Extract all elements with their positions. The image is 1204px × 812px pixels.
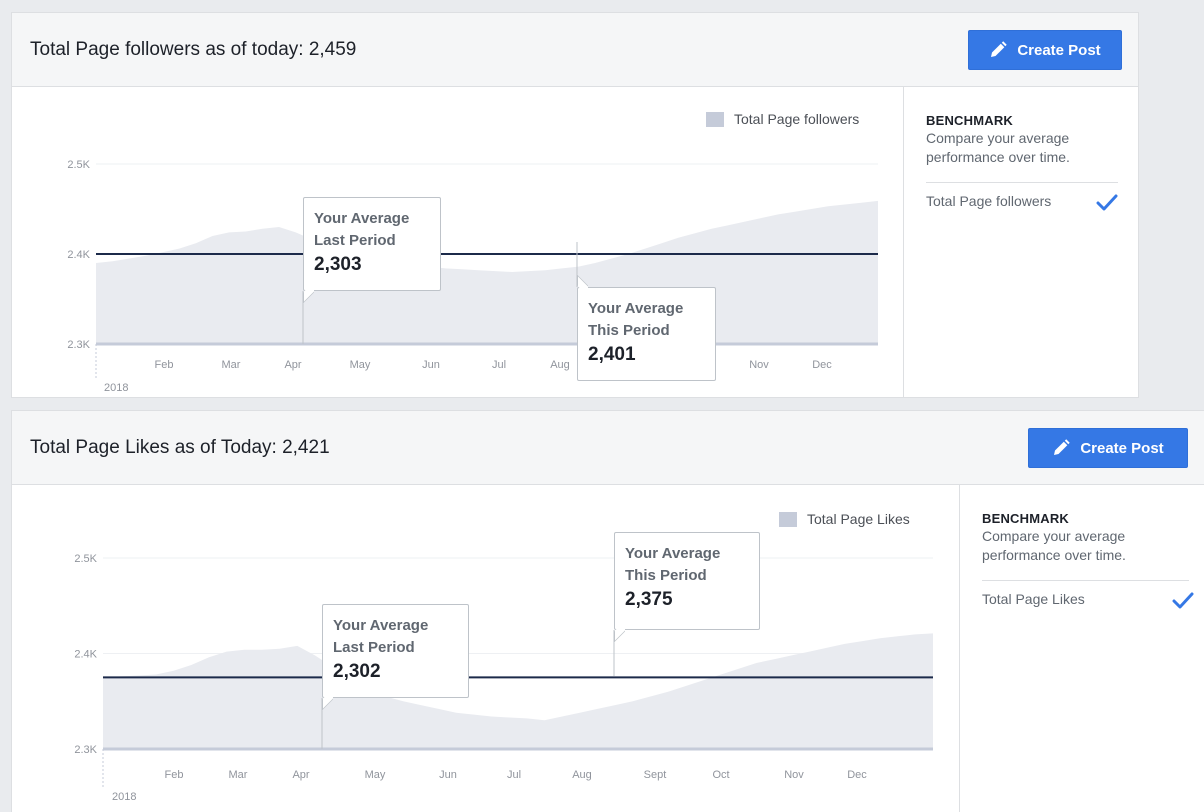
callout-label: Your Average xyxy=(333,617,429,634)
x-tick-label: May xyxy=(365,769,386,781)
legend-swatch xyxy=(706,111,724,127)
x-tick-label: Feb xyxy=(155,359,174,371)
x-tick-label: Sept xyxy=(644,769,667,781)
pencil-icon xyxy=(991,41,1008,57)
callout-value: 2,302 xyxy=(333,661,381,682)
x-tick-label: Dec xyxy=(847,769,867,781)
benchmark-description: Compare your average performance over ti… xyxy=(926,130,1070,165)
callout-value: 2,401 xyxy=(588,344,636,365)
callout-label: Your Average xyxy=(314,210,410,227)
callout-label: Last Period xyxy=(314,232,396,249)
callout-label: Last Period xyxy=(333,639,415,656)
series-area xyxy=(103,633,933,749)
year-label: 2018 xyxy=(104,382,128,394)
panel-header: Total Page followers as of today: 2,459 … xyxy=(12,13,1138,87)
callout-label: Your Average xyxy=(588,300,684,317)
legend-swatch xyxy=(779,511,797,527)
benchmark-panel: BENCHMARK Compare your average performan… xyxy=(959,485,1204,812)
x-tick-label: Apr xyxy=(292,769,309,781)
pencil-icon xyxy=(1054,439,1071,455)
benchmark-title: BENCHMARK xyxy=(982,511,1070,526)
create-post-button[interactable]: Create Post xyxy=(968,30,1122,70)
legend-label: Total Page Likes xyxy=(807,511,910,527)
checkmark-icon xyxy=(1096,194,1118,211)
create-post-button[interactable]: Create Post xyxy=(1028,428,1188,468)
callout-label: Your Average xyxy=(625,545,721,562)
callout-last-period: Your Average Last Period 2,302 xyxy=(322,604,469,711)
year-label: 2018 xyxy=(112,791,136,803)
series-area xyxy=(96,200,878,344)
x-tick-label: Nov xyxy=(784,769,804,781)
x-tick-label: Apr xyxy=(284,359,301,371)
chart-legend: Total Page followers xyxy=(706,111,859,127)
y-tick-label: 2.3K xyxy=(67,339,90,351)
benchmark-item-followers[interactable]: Total Page followers xyxy=(926,193,1118,215)
callout-label: This Period xyxy=(625,567,707,584)
callout-label: This Period xyxy=(588,322,670,339)
benchmark-item-label: Total Page Likes xyxy=(982,591,1085,607)
y-tick-label: 2.4K xyxy=(67,249,90,261)
x-tick-label: Aug xyxy=(550,359,570,371)
create-post-label: Create Post xyxy=(1017,41,1101,59)
benchmark-item-likes[interactable]: Total Page Likes xyxy=(982,591,1194,613)
callout-value: 2,303 xyxy=(314,254,362,275)
callout-last-period: Your Average Last Period 2,303 xyxy=(303,197,441,304)
benchmark-divider xyxy=(926,182,1118,183)
followers-panel: Total Page followers as of today: 2,459 … xyxy=(11,12,1139,398)
panel-title: Total Page followers as of today: 2,459 xyxy=(30,39,357,60)
x-tick-label: Dec xyxy=(812,359,832,371)
likes-chart: 2.5K 2.4K 2.3K Feb Mar Apr May Jun Jul Aug Sept Oct… xyxy=(74,553,933,803)
x-tick-label: Jul xyxy=(492,359,506,371)
y-tick-label: 2.4K xyxy=(74,649,97,661)
likes-panel: Total Page Likes as of Today: 2,421 Crea… xyxy=(11,410,1204,812)
benchmark-description: Compare your average performance over ti… xyxy=(982,528,1126,563)
x-tick-label: Nov xyxy=(749,359,769,371)
callout-this-period: Your Average This Period 2,375 xyxy=(614,532,760,643)
x-tick-label: Mar xyxy=(222,359,241,371)
followers-chart: 2.5K2.4K2.3KFebMarAprMayJunJulAugSeptOct… xyxy=(67,159,878,394)
x-tick-label: May xyxy=(350,359,371,371)
x-tick-label: Mar xyxy=(229,769,248,781)
x-tick-label: Jun xyxy=(422,359,440,371)
x-tick-label: Aug xyxy=(572,769,592,781)
x-tick-label: Jul xyxy=(507,769,521,781)
checkmark-icon xyxy=(1172,592,1194,609)
panel-header: Total Page Likes as of Today: 2,421 Crea… xyxy=(12,411,1204,485)
y-tick-label: 2.3K xyxy=(74,744,97,756)
benchmark-item-label: Total Page followers xyxy=(926,193,1052,209)
callout-value: 2,375 xyxy=(625,589,673,610)
create-post-label: Create Post xyxy=(1080,439,1164,457)
benchmark-panel: BENCHMARK Compare your average performan… xyxy=(903,87,1138,397)
x-tick-label: Jun xyxy=(439,769,457,781)
benchmark-title: BENCHMARK xyxy=(926,113,1014,128)
benchmark-divider xyxy=(982,580,1189,581)
legend-label: Total Page followers xyxy=(734,111,860,127)
x-tick-label: Oct xyxy=(712,769,729,781)
x-tick-label: Feb xyxy=(165,769,184,781)
callout-this-period: Your Average This Period 2,401 xyxy=(577,274,716,381)
chart-legend: Total Page Likes xyxy=(779,511,910,527)
panel-title: Total Page Likes as of Today: 2,421 xyxy=(30,437,330,458)
y-tick-label: 2.5K xyxy=(67,159,90,171)
y-tick-label: 2.5K xyxy=(74,553,97,565)
